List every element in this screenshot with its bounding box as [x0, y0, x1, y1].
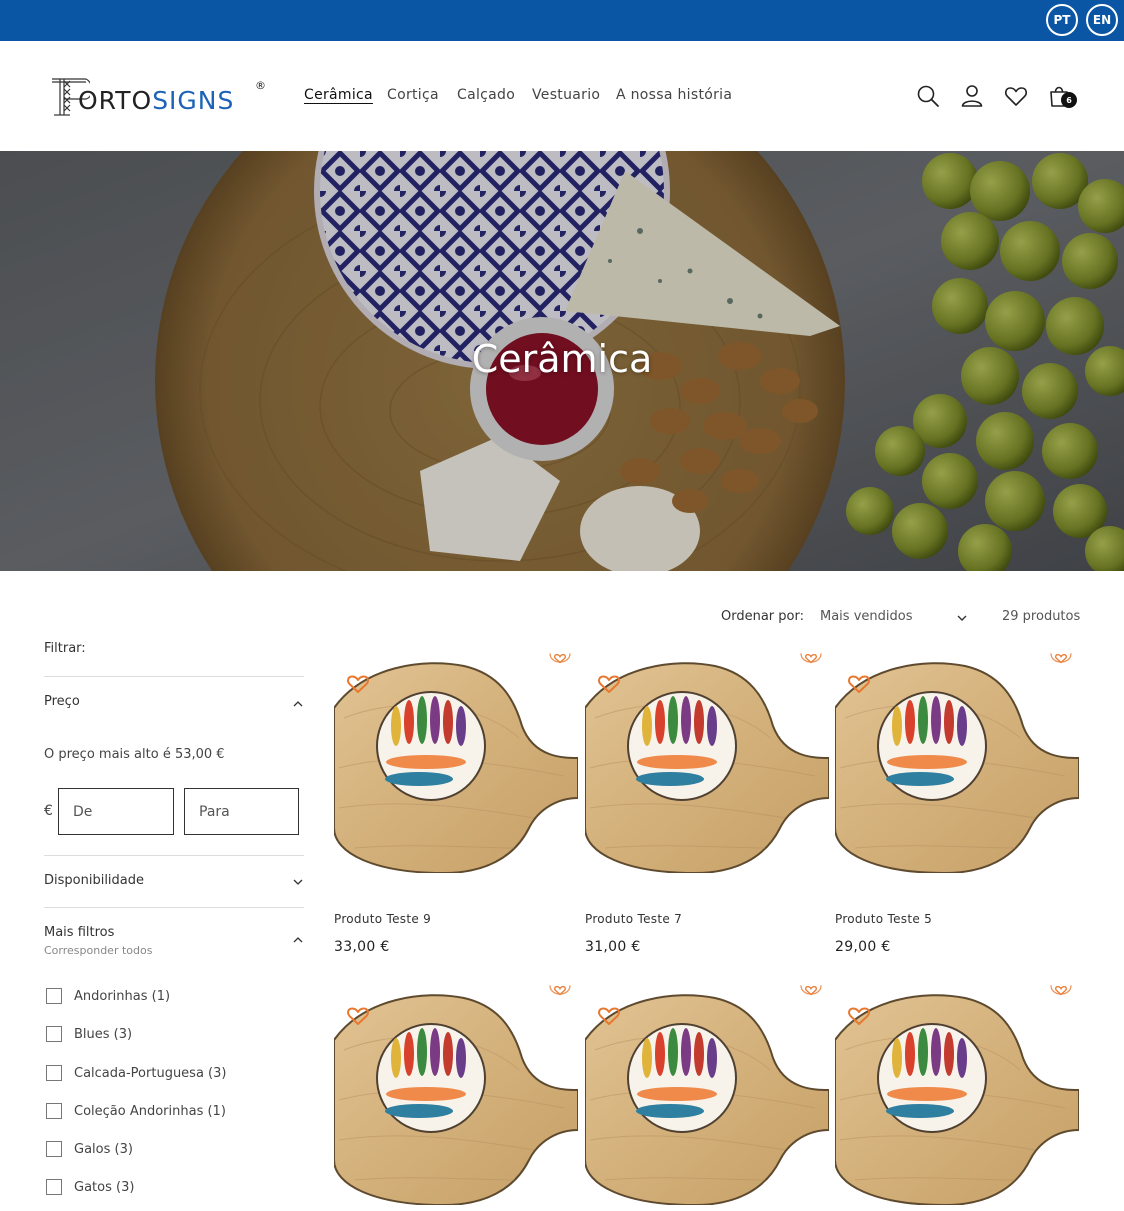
chevron-up-icon[interactable]	[292, 698, 304, 710]
filter-option-colecao-andorinhas[interactable]: Coleção Andorinhas (1)	[46, 1101, 226, 1121]
nav-vestuario[interactable]: Vestuario	[532, 87, 600, 103]
logo-wordmark-part1: ORTO	[78, 86, 153, 115]
filter-option-blues[interactable]: Blues (3)	[46, 1024, 132, 1044]
language-pt-button[interactable]: PT	[1046, 4, 1078, 36]
logo-wordmark-part2: SIGNS	[152, 86, 235, 115]
product-name[interactable]: Produto Teste 9	[334, 912, 431, 926]
nav-cortica[interactable]: Cortiça	[387, 87, 439, 103]
wishlist-circle-icon[interactable]	[799, 650, 823, 670]
sort-select[interactable]: Mais vendidos	[820, 609, 912, 624]
heart-icon[interactable]	[1003, 83, 1029, 109]
wishlist-heart-icon[interactable]	[847, 674, 871, 694]
more-filters-toggle[interactable]: Mais filtros	[44, 925, 114, 940]
brand-logo[interactable]: ORTOSIGNS ®	[50, 75, 266, 119]
filter-option-label: Coleção Andorinhas (1)	[74, 1103, 226, 1119]
checkbox[interactable]	[46, 1179, 62, 1195]
availability-facet-toggle[interactable]: Disponibilidade	[44, 873, 144, 888]
nav-calcado[interactable]: Calçado	[457, 87, 515, 103]
product-count: 29 produtos	[1002, 609, 1081, 624]
product-image[interactable]	[334, 658, 578, 873]
filter-divider	[44, 676, 304, 677]
checkbox[interactable]	[46, 1141, 62, 1157]
nav-a-nossa-historia[interactable]: A nossa história	[616, 87, 732, 103]
product-price: 29,00 €	[835, 939, 891, 955]
chevron-down-icon[interactable]	[957, 614, 967, 622]
price-to-input[interactable]	[184, 788, 299, 835]
filter-option-label: Blues (3)	[74, 1026, 133, 1042]
product-image[interactable]	[835, 658, 1079, 873]
site-header: ORTOSIGNS ® Cerâmica Cortiça Calçado Ves…	[0, 41, 1124, 151]
filter-divider	[44, 907, 304, 908]
price-from-input[interactable]	[58, 788, 174, 835]
filter-divider	[44, 855, 304, 856]
registered-mark: ®	[255, 79, 266, 92]
filter-option-label: Gatos (3)	[74, 1179, 135, 1195]
product-image[interactable]	[585, 658, 829, 873]
search-icon[interactable]	[915, 83, 941, 109]
wishlist-heart-icon[interactable]	[847, 1006, 871, 1026]
top-bar: PT EN	[0, 0, 1124, 41]
sort-label: Ordenar por:	[721, 609, 804, 624]
product-price: 33,00 €	[334, 939, 390, 955]
product-name[interactable]: Produto Teste 7	[585, 912, 682, 926]
wishlist-circle-icon[interactable]	[548, 650, 572, 670]
checkbox[interactable]	[46, 1103, 62, 1119]
filter-option-label: Galos (3)	[74, 1141, 133, 1157]
wishlist-heart-icon[interactable]	[597, 674, 621, 694]
filter-option-gatos[interactable]: Gatos (3)	[46, 1177, 134, 1197]
language-en-button[interactable]: EN	[1086, 4, 1118, 36]
filter-option-label: Andorinhas (1)	[74, 988, 171, 1004]
checkbox[interactable]	[46, 1065, 62, 1081]
account-icon[interactable]	[959, 83, 985, 109]
product-price: 31,00 €	[585, 939, 641, 955]
more-filters-sublabel: Corresponder todos	[44, 944, 153, 957]
filter-option-label: Calcada-Portuguesa (3)	[74, 1065, 227, 1081]
product-image[interactable]	[585, 990, 829, 1205]
product-name[interactable]: Produto Teste 5	[835, 912, 932, 926]
checkbox[interactable]	[46, 1026, 62, 1042]
filter-option-andorinhas[interactable]: Andorinhas (1)	[46, 986, 170, 1006]
wishlist-circle-icon[interactable]	[1049, 650, 1073, 670]
filter-option-galos[interactable]: Galos (3)	[46, 1139, 133, 1159]
filter-option-calcada-portuguesa[interactable]: Calcada-Portuguesa (3)	[46, 1063, 226, 1083]
wishlist-heart-icon[interactable]	[346, 1006, 370, 1026]
filter-title: Filtrar:	[44, 641, 86, 656]
wishlist-circle-icon[interactable]	[1049, 982, 1073, 1002]
product-image[interactable]	[334, 990, 578, 1205]
currency-symbol: €	[44, 803, 53, 819]
checkbox[interactable]	[46, 988, 62, 1004]
wishlist-circle-icon[interactable]	[799, 982, 823, 1002]
price-facet-toggle[interactable]: Preço	[44, 694, 80, 709]
product-image[interactable]	[835, 990, 1079, 1205]
wishlist-heart-icon[interactable]	[346, 674, 370, 694]
wishlist-circle-icon[interactable]	[548, 982, 572, 1002]
chevron-down-icon[interactable]	[292, 876, 304, 888]
wishlist-heart-icon[interactable]	[597, 1006, 621, 1026]
cart-count-badge: 6	[1061, 92, 1077, 108]
max-price-text: O preço mais alto é 53,00 €	[44, 747, 225, 762]
nav-ceramica[interactable]: Cerâmica	[304, 87, 373, 103]
collection-title: Cerâmica	[471, 337, 653, 381]
logo-wordmark: ORTOSIGNS	[78, 88, 234, 113]
chevron-up-icon[interactable]	[292, 934, 304, 946]
collection-hero-banner: Cerâmica	[0, 151, 1124, 571]
